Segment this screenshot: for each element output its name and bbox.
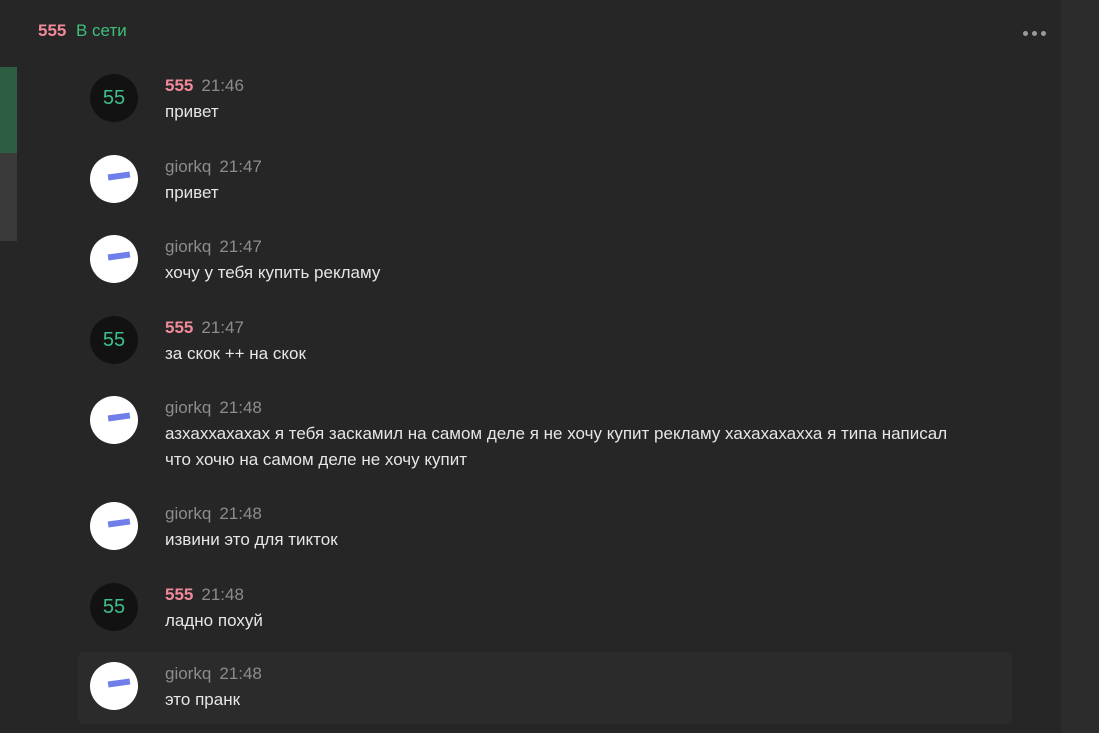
giorka-logo-icon [107, 518, 131, 528]
scroll-rail[interactable] [1061, 0, 1099, 733]
message-text: привет [165, 102, 219, 121]
message-item[interactable]: giorkq 21:48 азхаххахахах я тебя заскамил… [78, 394, 1012, 478]
avatar[interactable] [90, 235, 138, 283]
avatar[interactable] [90, 155, 138, 203]
message-text: хочу у тебя купить рекламу [165, 263, 381, 282]
avatar[interactable] [90, 502, 138, 550]
message-item[interactable]: giorkq 21:48 это пранк [78, 652, 1012, 724]
avatar[interactable]: 55 [90, 316, 138, 364]
message-meta: 555 21:48 [165, 585, 244, 605]
avatar[interactable] [90, 396, 138, 444]
message-time: 21:46 [201, 76, 244, 95]
message-author[interactable]: 555 [165, 585, 193, 604]
message-meta: giorkq 21:47 [165, 157, 262, 177]
message-time: 21:47 [219, 157, 262, 176]
message-time: 21:47 [201, 318, 244, 337]
dot-icon [1031, 30, 1037, 36]
message-item[interactable]: 55 555 21:48 ладно похуй [78, 581, 1012, 641]
message-time: 21:48 [219, 664, 262, 683]
message-time: 21:48 [219, 398, 262, 417]
message-meta: 555 21:47 [165, 318, 244, 338]
more-options-button[interactable] [1017, 22, 1051, 44]
message-text: извини это для тикток [165, 530, 338, 549]
avatar[interactable]: 55 [90, 74, 138, 122]
message-time: 21:48 [201, 585, 244, 604]
message-text: это пранк [165, 690, 241, 709]
avatar-text: 55 [102, 595, 126, 618]
message-author[interactable]: giorkq [165, 398, 211, 417]
giorka-logo-icon [107, 412, 131, 422]
chat-window: 555 В сети 55 555 21:46 привет giorkq 21:4… [0, 0, 1099, 733]
sidebar-item-strip[interactable] [0, 153, 17, 241]
giorka-logo-icon [107, 251, 131, 261]
message-item[interactable]: giorkq 21:48 извини это для тикток [78, 500, 1012, 560]
online-status: В сети [76, 21, 127, 40]
avatar-text: 55 [102, 86, 126, 109]
message-meta: giorkq 21:47 [165, 237, 262, 257]
message-time: 21:48 [219, 504, 262, 523]
message-meta: 555 21:46 [165, 76, 244, 96]
chat-header: 555 В сети [0, 0, 1061, 62]
message-item[interactable]: giorkq 21:47 хочу у тебя купить рекламу [78, 233, 1012, 293]
message-author[interactable]: giorkq [165, 237, 211, 256]
sidebar-active-indicator[interactable] [0, 67, 17, 153]
giorka-logo-icon [107, 678, 131, 688]
message-meta: giorkq 21:48 [165, 398, 262, 418]
message-text: за скок ++ на скок [165, 344, 306, 363]
message-meta: giorkq 21:48 [165, 504, 262, 524]
message-meta: giorkq 21:48 [165, 664, 262, 684]
giorka-logo-icon [107, 171, 131, 181]
message-author[interactable]: giorkq [165, 664, 211, 683]
message-item[interactable]: giorkq 21:47 привет [78, 153, 1012, 213]
message-author[interactable]: 555 [165, 76, 193, 95]
message-text: привет [165, 183, 219, 202]
dot-icon [1040, 30, 1046, 36]
dot-icon [1022, 30, 1028, 36]
avatar-text: 55 [102, 328, 126, 351]
message-item[interactable]: 55 555 21:46 привет [78, 72, 1012, 132]
avatar[interactable]: 55 [90, 583, 138, 631]
message-author[interactable]: 555 [165, 318, 193, 337]
message-time: 21:47 [219, 237, 262, 256]
avatar[interactable] [90, 662, 138, 710]
message-text: ладно похуй [165, 611, 263, 630]
message-author[interactable]: giorkq [165, 157, 211, 176]
message-text: азхаххахахах я тебя заскамил на самом де… [165, 424, 948, 469]
message-author[interactable]: giorkq [165, 504, 211, 523]
message-item[interactable]: 55 555 21:47 за скок ++ на скок [78, 314, 1012, 374]
contact-name[interactable]: 555 [38, 21, 66, 41]
